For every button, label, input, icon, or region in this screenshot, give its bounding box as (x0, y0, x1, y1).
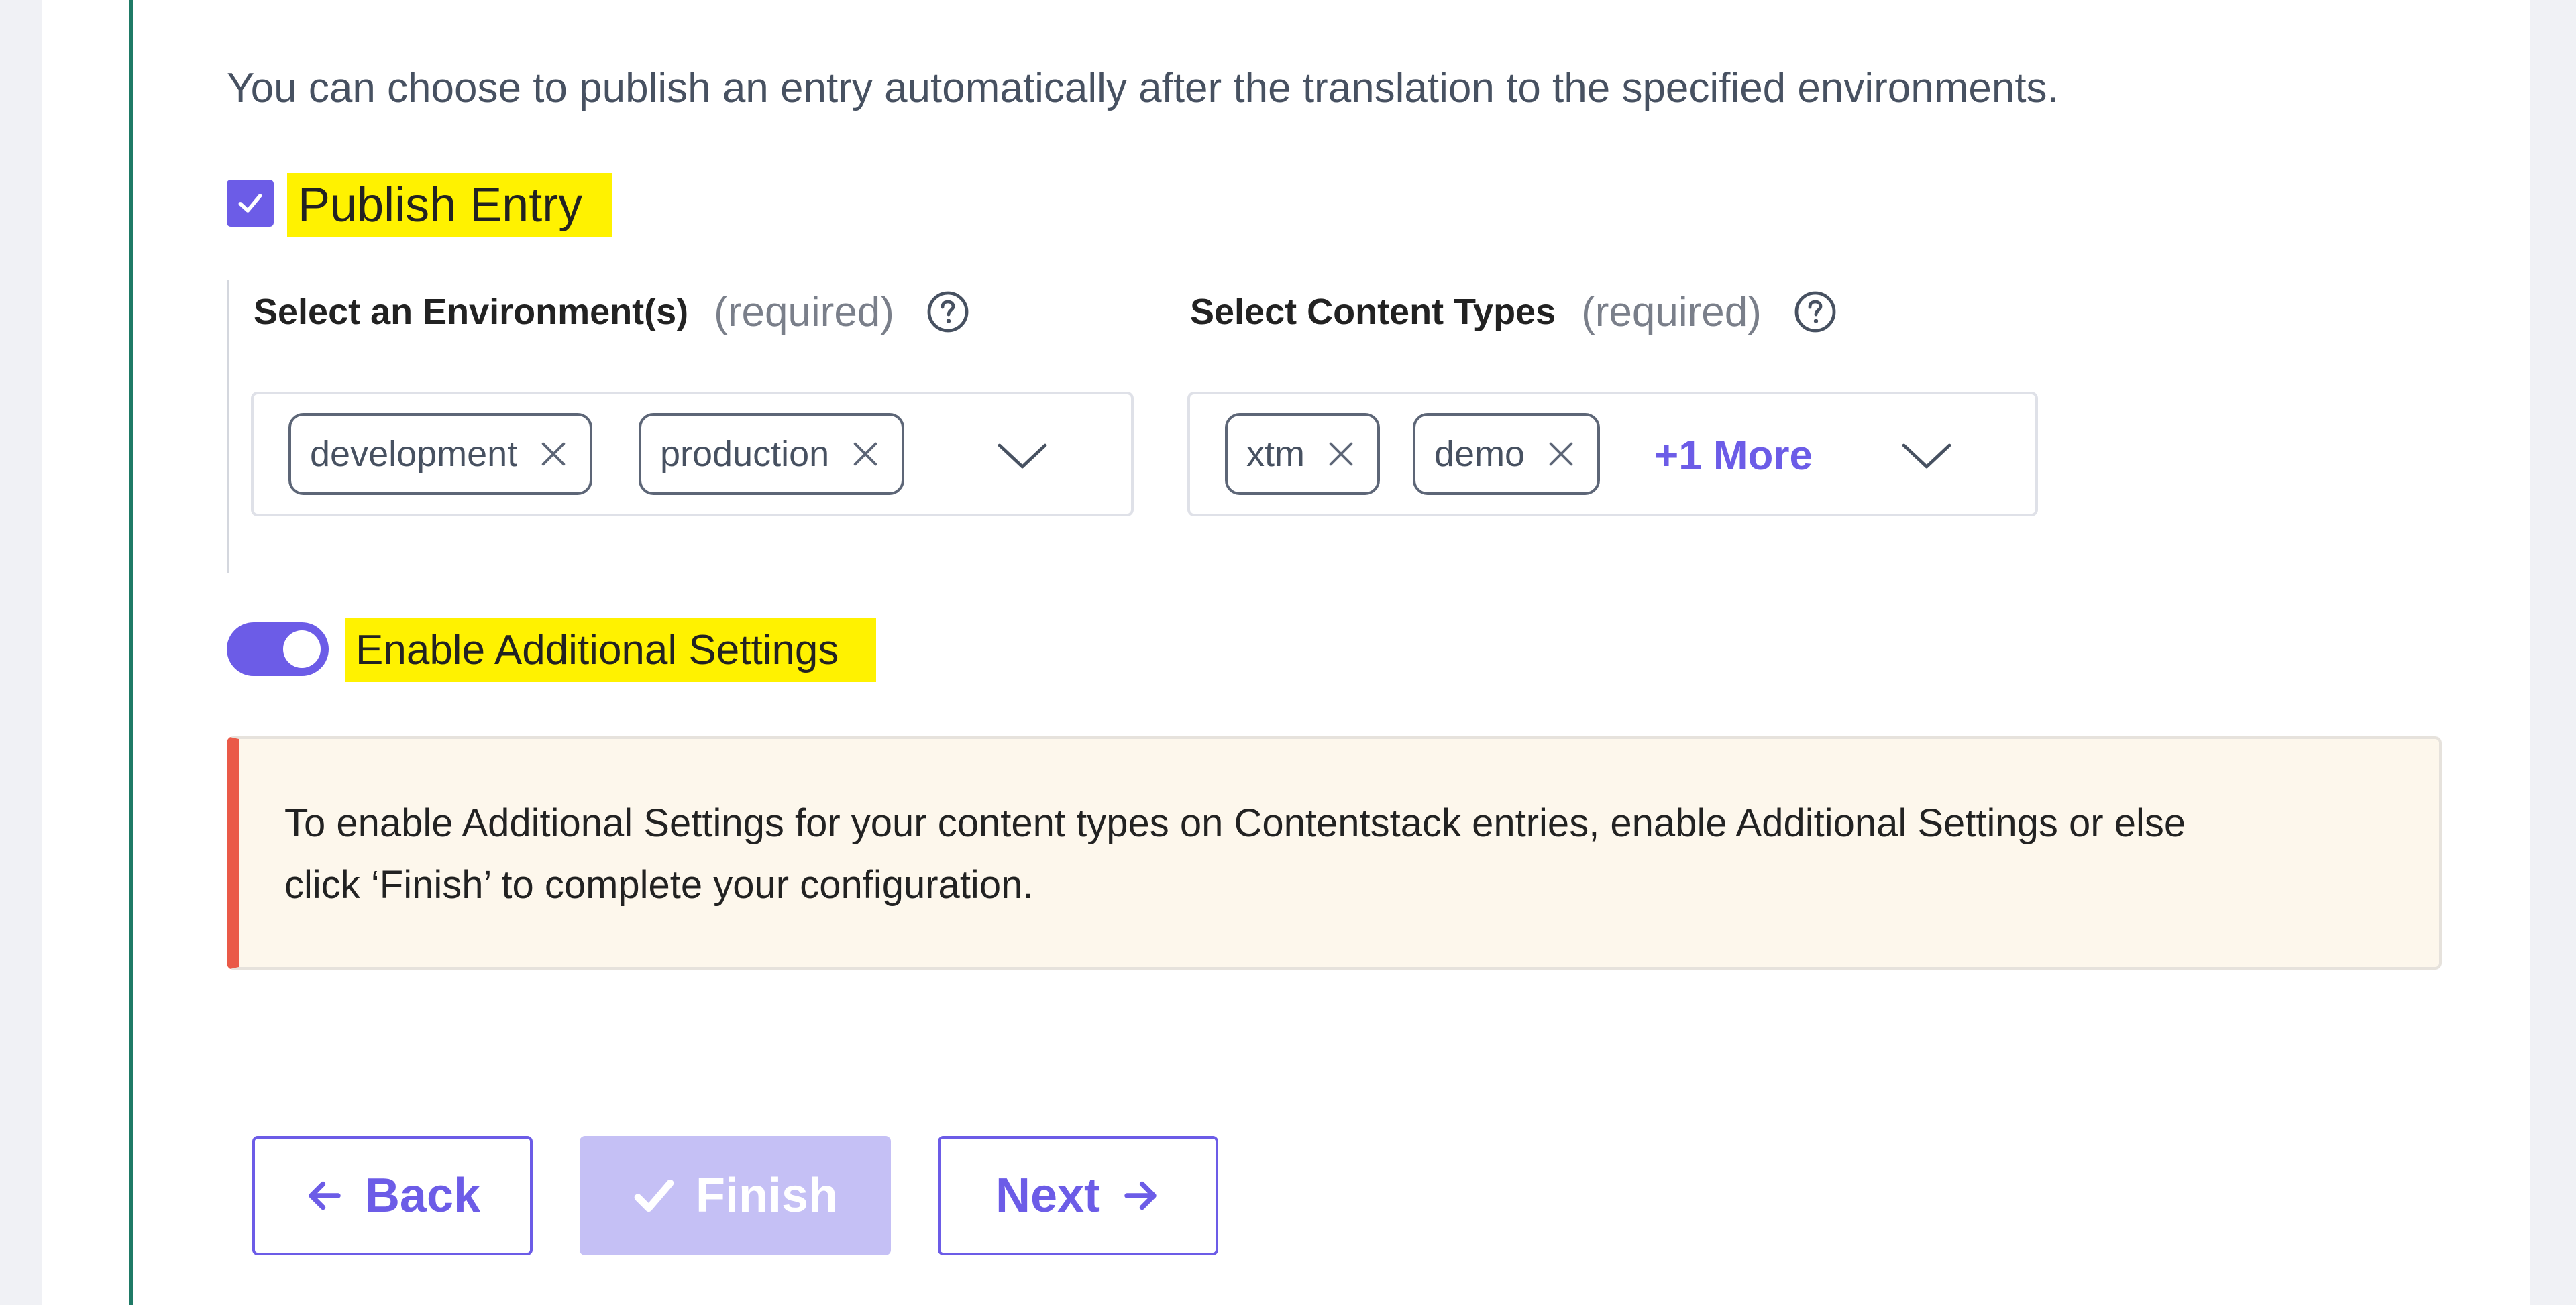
help-icon[interactable] (926, 290, 969, 333)
alert-text-line-1: To enable Additional Settings for your c… (284, 801, 2186, 845)
check-icon (634, 1180, 674, 1212)
tag-label: demo (1434, 434, 1525, 474)
environment-required-text: (required) (714, 288, 894, 335)
additional-settings-toggle[interactable] (227, 622, 329, 676)
content-types-label-text: Select Content Types (1190, 292, 1556, 332)
chevron-down-icon[interactable] (996, 435, 1049, 475)
close-icon[interactable] (536, 437, 571, 471)
more-tags-link[interactable]: +1 More (1654, 432, 1813, 479)
environment-tag: development (288, 413, 593, 495)
info-alert: To enable Additional Settings for your c… (227, 736, 2442, 970)
back-button[interactable]: Back (252, 1136, 533, 1255)
toggle-knob (283, 630, 321, 668)
additional-settings-label[interactable]: Enable Additional Settings (345, 618, 876, 682)
check-icon (238, 194, 262, 213)
finish-button[interactable]: Finish (580, 1136, 891, 1255)
environment-select[interactable]: development production (251, 392, 1134, 516)
field-group-border (227, 280, 229, 573)
publish-entry-label[interactable]: Publish Entry (287, 173, 612, 237)
next-button[interactable]: Next (938, 1136, 1218, 1255)
next-button-label: Next (995, 1169, 1101, 1223)
content-type-tag: demo (1413, 413, 1601, 495)
close-icon[interactable] (1324, 437, 1358, 471)
content-types-field-label: Select Content Types (required) (1190, 288, 1837, 335)
arrow-right-icon (1124, 1181, 1157, 1210)
finish-button-label: Finish (696, 1169, 838, 1223)
content-type-tag: xtm (1225, 413, 1380, 495)
back-button-label: Back (364, 1169, 481, 1223)
close-icon[interactable] (848, 437, 883, 471)
alert-text-line-2: click ‘Finish’ to complete your configur… (284, 863, 1034, 907)
chevron-down-icon[interactable] (1900, 435, 1953, 475)
help-icon[interactable] (1794, 290, 1837, 333)
arrow-left-icon (309, 1181, 341, 1210)
environment-tag: production (639, 413, 905, 495)
accent-divider (129, 0, 133, 1305)
environment-label-text: Select an Environment(s) (254, 292, 689, 332)
intro-text: You can choose to publish an entry autom… (227, 65, 2059, 111)
tag-label: xtm (1246, 434, 1305, 474)
publish-entry-checkbox[interactable] (227, 180, 274, 227)
content-types-select[interactable]: xtm demo +1 More (1187, 392, 2038, 516)
close-icon[interactable] (1544, 437, 1578, 471)
tag-label: development (310, 434, 518, 474)
environment-field-label: Select an Environment(s) (required) (254, 288, 969, 335)
tag-label: production (660, 434, 830, 474)
content-types-required-text: (required) (1581, 288, 1762, 335)
